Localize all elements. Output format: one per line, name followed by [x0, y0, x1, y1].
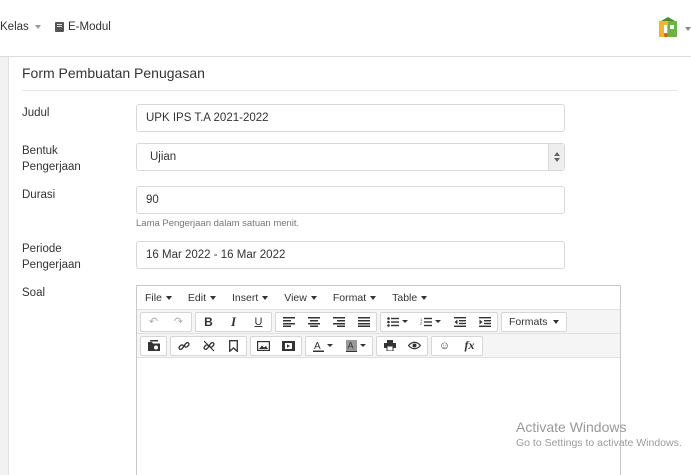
menu-table[interactable]: Table [392, 292, 428, 304]
nav-emodul-link[interactable]: E-Modul [55, 21, 111, 33]
menu-edit[interactable]: Edit [188, 292, 217, 304]
bentuk-selected-value: Ujian [150, 151, 177, 163]
align-right-icon[interactable] [326, 313, 351, 331]
menu-view[interactable]: View [284, 292, 317, 304]
emoticon-icon[interactable]: ☺ [432, 337, 457, 355]
nav-kelas-label: Kelas [0, 21, 29, 33]
svg-text:A: A [314, 341, 321, 352]
select-arrows-icon[interactable] [548, 144, 564, 170]
periode-label-line2: Pengerjaan [22, 259, 81, 271]
redo-icon[interactable]: ↷ [166, 313, 191, 331]
bullet-list-icon[interactable] [381, 313, 414, 331]
durasi-label: Durasi [22, 189, 56, 201]
menu-insert[interactable]: Insert [232, 292, 269, 304]
image-icon[interactable] [251, 337, 276, 355]
menu-format[interactable]: Format [333, 292, 377, 304]
periode-input[interactable]: 16 Mar 2022 - 16 Mar 2022 [136, 241, 565, 269]
unlink-icon[interactable] [196, 337, 221, 355]
menu-file[interactable]: File [145, 292, 172, 304]
link-icon[interactable] [171, 337, 196, 355]
watermark-title: Activate Windows [516, 419, 627, 435]
formats-group: Formats [501, 311, 567, 332]
svg-text:2: 2 [420, 320, 423, 325]
editor-menubar: File Edit Insert View Format Table [137, 286, 620, 310]
bentuk-select[interactable]: Ujian [136, 143, 565, 171]
align-group [275, 311, 377, 332]
top-navbar: Kelas E-Modul [0, 0, 691, 57]
chevron-down-icon [34, 25, 41, 29]
bentuk-label: Bentuk Pengerjaan [22, 143, 81, 175]
periode-label-line1: Periode [22, 243, 62, 255]
editor-content-area[interactable] [137, 359, 620, 475]
bold-icon[interactable]: B [196, 313, 221, 331]
align-left-icon[interactable] [276, 313, 301, 331]
user-menu-chevron-icon[interactable] [685, 27, 691, 31]
print-icon[interactable] [377, 337, 402, 355]
nav-emodul-label: E-Modul [68, 21, 111, 33]
media-manager-group [140, 335, 167, 356]
color-group: A A [305, 335, 373, 356]
outdent-icon[interactable] [447, 313, 472, 331]
durasi-help-text: Lama Pengerjaan dalam satuan menit. [136, 218, 300, 229]
book-icon [55, 22, 64, 32]
align-center-icon[interactable] [301, 313, 326, 331]
print-preview-group [376, 335, 428, 356]
periode-label: Periode Pengerjaan [22, 241, 81, 273]
bookmark-icon[interactable] [221, 337, 246, 355]
durasi-input[interactable]: 90 [136, 186, 565, 214]
indent-icon[interactable] [472, 313, 497, 331]
nav-kelas-dropdown[interactable]: Kelas [0, 21, 41, 33]
italic-icon[interactable]: I [221, 313, 246, 331]
link-group [170, 335, 247, 356]
svg-text:A: A [347, 340, 353, 350]
app-logo-icon[interactable] [658, 17, 680, 39]
text-color-icon[interactable]: A [306, 337, 339, 355]
underline-icon[interactable]: U [246, 313, 271, 331]
media-video-icon[interactable] [276, 337, 301, 355]
page-title: Form Pembuatan Penugasan [22, 65, 205, 81]
judul-label: Judul [22, 107, 50, 119]
list-group: 12 [380, 311, 498, 332]
background-color-icon[interactable]: A [339, 337, 372, 355]
file-manager-icon[interactable] [141, 337, 166, 355]
bentuk-label-line2: Pengerjaan [22, 161, 81, 173]
history-group: ↶ ↷ [140, 311, 192, 332]
editor-toolbar-row-1: ↶ ↷ B I U 1 2 Formats [137, 310, 620, 334]
undo-icon[interactable]: ↶ [141, 313, 166, 331]
formula-icon[interactable]: fx [457, 337, 482, 355]
judul-input[interactable]: UPK IPS T.A 2021-2022 [136, 104, 565, 132]
watermark-subtitle: Go to Settings to activate Windows. [516, 437, 682, 449]
windows-activation-watermark: Activate Windows Go to Settings to activ… [516, 419, 682, 449]
text-style-group: B I U [195, 311, 272, 332]
align-justify-icon[interactable] [351, 313, 376, 331]
bentuk-label-line1: Bentuk [22, 145, 58, 157]
special-insert-group: ☺ fx [431, 335, 483, 356]
formats-dropdown[interactable]: Formats [502, 313, 566, 331]
soal-label: Soal [22, 287, 46, 299]
editor-toolbar-row-2: A A ☺ fx [137, 334, 620, 358]
preview-eye-icon[interactable] [402, 337, 427, 355]
title-divider [22, 90, 677, 91]
numbered-list-icon[interactable]: 12 [414, 313, 447, 331]
form-panel: Form Pembuatan Penugasan Judul UPK IPS T… [8, 57, 691, 475]
insert-media-group [250, 335, 302, 356]
